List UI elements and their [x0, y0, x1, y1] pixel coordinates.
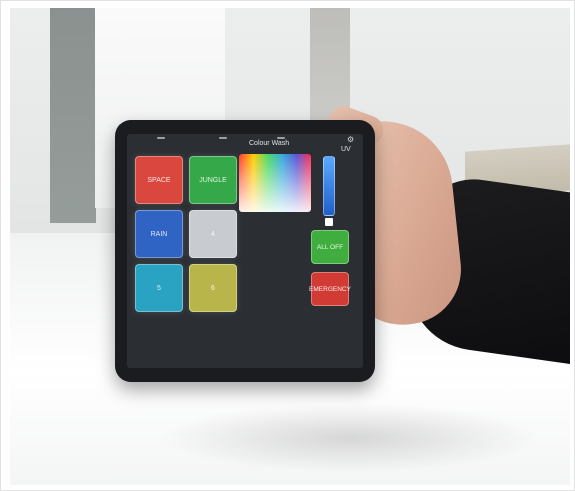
status-indicator [157, 137, 165, 139]
emergency-label: EMERGENCY [309, 285, 351, 293]
scene-tile-6[interactable]: 6 [189, 264, 237, 312]
scene-label: 5 [157, 284, 161, 292]
all-off-label: ALL OFF [316, 243, 344, 251]
scene-tile-jungle[interactable]: JUNGLE [189, 156, 237, 204]
scene-label: 4 [211, 230, 215, 238]
colour-wash-title: Colour Wash [249, 140, 290, 147]
scene-label: 6 [211, 284, 215, 292]
status-indicator [219, 137, 227, 139]
scene-tile-rain[interactable]: RAIN [135, 210, 183, 258]
desk-shadow [160, 403, 540, 473]
scene-label: RAIN [150, 230, 168, 238]
scene-label: SPACE [147, 176, 171, 184]
scene-tile-space[interactable]: SPACE [135, 156, 183, 204]
slider-handle[interactable] [325, 218, 333, 226]
scene-tile-4[interactable]: 4 [189, 210, 237, 258]
tablet-device: ⚙ SPACE JUNGLE RAIN 4 5 6 Colour Wash UV… [115, 120, 375, 382]
colour-picker[interactable] [239, 154, 311, 212]
tablet-screen: ⚙ SPACE JUNGLE RAIN 4 5 6 Colour Wash UV… [127, 134, 363, 368]
emergency-button[interactable]: EMERGENCY [309, 272, 351, 306]
uv-label: UV [341, 146, 351, 153]
gear-icon[interactable]: ⚙ [347, 135, 354, 144]
scene-label: JUNGLE [199, 176, 227, 184]
scene-tile-5[interactable]: 5 [135, 264, 183, 312]
status-indicator [277, 137, 285, 139]
uv-slider[interactable] [323, 156, 335, 216]
scene-grid: SPACE JUNGLE RAIN 4 5 6 [135, 156, 237, 312]
background-wall-panel [50, 8, 96, 223]
all-off-button[interactable]: ALL OFF [311, 230, 349, 264]
